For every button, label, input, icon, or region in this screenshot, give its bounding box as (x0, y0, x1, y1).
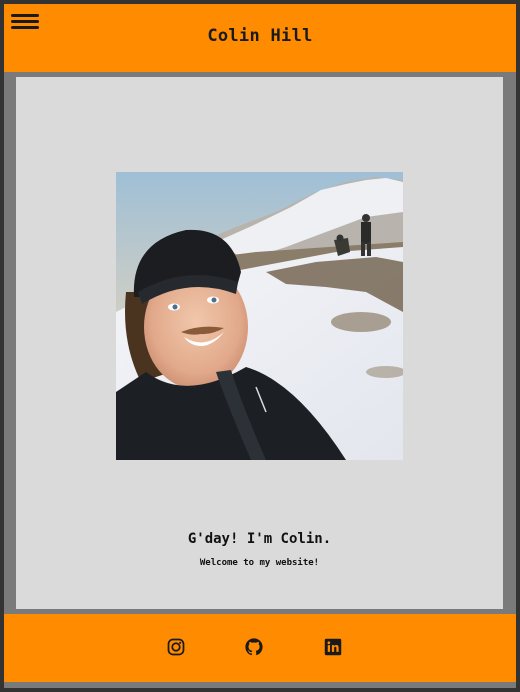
site-header: Colin Hill (4, 4, 516, 72)
site-title: Colin Hill (207, 26, 313, 46)
welcome-text: Welcome to my website! (199, 558, 320, 568)
instagram-link[interactable] (167, 638, 187, 658)
hamburger-menu-icon (11, 14, 39, 17)
hamburger-line (11, 20, 39, 23)
greeting-heading: G'day! I'm Colin. (187, 531, 332, 547)
main-content: G'day! I'm Colin. Welcome to my website! (16, 77, 503, 609)
github-icon (245, 638, 263, 656)
instagram-icon (167, 638, 185, 656)
profile-photo (116, 172, 403, 460)
page-frame: Colin Hill G'day! I'm Colin. Welcome to … (4, 4, 516, 688)
linkedin-link[interactable] (324, 638, 344, 658)
github-link[interactable] (245, 638, 265, 658)
site-footer (4, 614, 516, 682)
linkedin-icon (324, 638, 342, 656)
